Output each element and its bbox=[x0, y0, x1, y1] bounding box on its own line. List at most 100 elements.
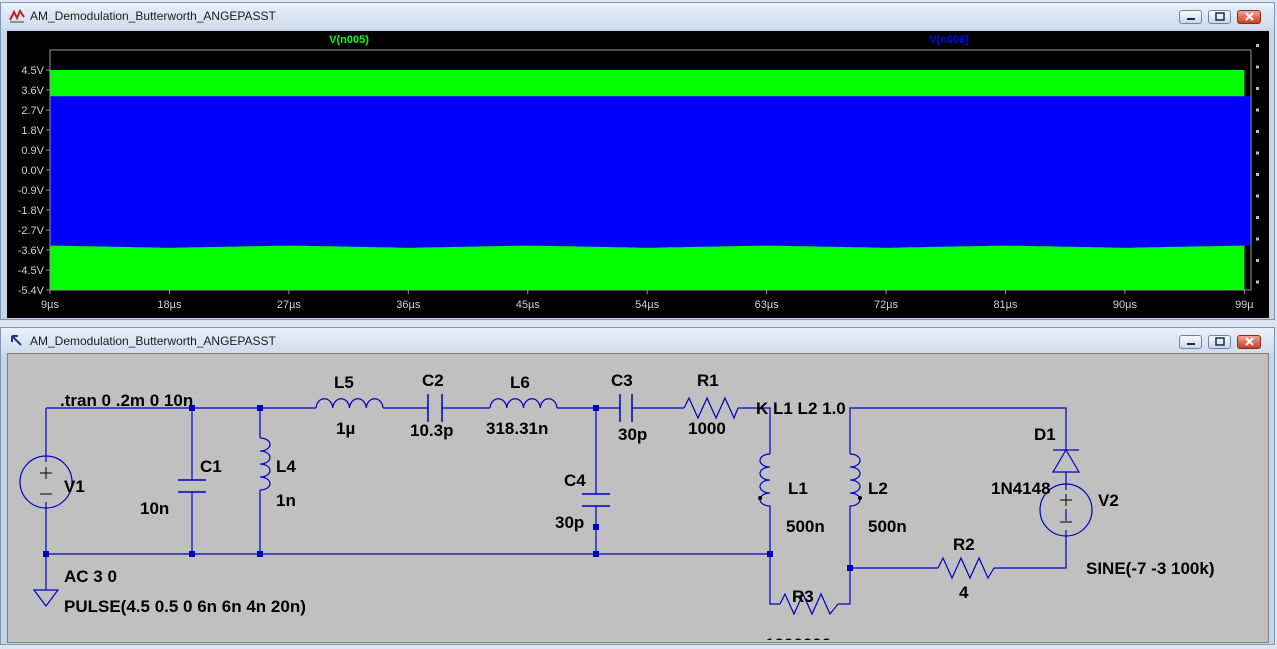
l1-name: L1 bbox=[788, 479, 808, 498]
y-tick-label: 1.8V bbox=[21, 125, 44, 137]
y-tick-label: -5.4V bbox=[18, 285, 45, 297]
minimize-button[interactable] bbox=[1179, 335, 1202, 349]
axis-marker bbox=[1256, 44, 1259, 47]
waveform-chart[interactable]: 4.5V 3.6V 2.7V 1.8V 0.9V 0.0V -0.9V -1.8V -2.7V -… bbox=[7, 31, 1269, 318]
c3-capacitor-symbol[interactable] bbox=[619, 394, 633, 422]
c4-name: C4 bbox=[564, 471, 586, 490]
v1-name: V1 bbox=[64, 477, 85, 496]
coupling-directive[interactable]: K L1 L2 1.0 bbox=[756, 399, 846, 418]
schematic-drawing[interactable]: .tran 0 .2m 0 10n K L1 L2 1.0 V1 AC 3 0 … bbox=[8, 354, 1266, 640]
close-icon bbox=[1245, 12, 1254, 21]
r1-name: R1 bbox=[697, 371, 719, 390]
y-tick-label: -3.6V bbox=[18, 245, 45, 257]
junction-dot bbox=[43, 551, 49, 557]
x-tick-label: 99µ bbox=[1235, 299, 1254, 311]
axis-marker bbox=[1256, 108, 1259, 112]
l4-value: 1n bbox=[276, 491, 296, 510]
axis-marker bbox=[1256, 87, 1259, 90]
l5-name: L5 bbox=[334, 373, 354, 392]
c1-capacitor-symbol[interactable] bbox=[178, 479, 206, 493]
close-button[interactable] bbox=[1237, 335, 1261, 349]
c2-value: 10.3p bbox=[410, 421, 453, 440]
waveform-window[interactable]: AM_Demodulation_Butterworth_ANGEPASST 4.… bbox=[0, 2, 1275, 320]
minimize-button[interactable] bbox=[1179, 10, 1202, 24]
tran-directive[interactable]: .tran 0 .2m 0 10n bbox=[60, 391, 193, 410]
r1-resistor-symbol[interactable] bbox=[683, 396, 739, 420]
junction-dot bbox=[593, 524, 599, 530]
r2-value: 4 bbox=[959, 583, 969, 602]
l5-inductor-symbol[interactable] bbox=[315, 398, 384, 409]
l2-value: 500n bbox=[868, 517, 907, 536]
x-tick-label: 27µs bbox=[277, 299, 302, 311]
wire[interactable] bbox=[769, 529, 780, 605]
ground-icon bbox=[32, 589, 60, 607]
r1-value: 1000 bbox=[688, 419, 726, 438]
x-tick-label: 45µs bbox=[516, 299, 541, 311]
close-button[interactable] bbox=[1237, 10, 1261, 24]
v2-name: V2 bbox=[1098, 491, 1119, 510]
l2-name: L2 bbox=[868, 479, 888, 498]
l5-value: 1µ bbox=[336, 419, 355, 438]
junction-dot bbox=[257, 405, 263, 411]
y-tick-label: -1.8V bbox=[18, 205, 45, 217]
axis-marker bbox=[1256, 151, 1259, 155]
restore-icon bbox=[1215, 12, 1225, 21]
maximize-button[interactable] bbox=[1208, 335, 1231, 349]
schematic-window-title: AM_Demodulation_Butterworth_ANGEPASST bbox=[30, 334, 276, 348]
l2-inductor-symbol[interactable] bbox=[849, 453, 861, 529]
d1-name: D1 bbox=[1034, 425, 1056, 444]
waveform-plot[interactable]: 4.5V 3.6V 2.7V 1.8V 0.9V 0.0V -0.9V -1.8V -2.7V -… bbox=[7, 31, 1269, 318]
l4-name: L4 bbox=[276, 457, 296, 476]
trace-label-v-n005[interactable]: V(n005) bbox=[329, 34, 369, 46]
l1-value: 500n bbox=[786, 517, 825, 536]
y-tick-label: 2.7V bbox=[21, 105, 44, 117]
x-tick-label: 54µs bbox=[635, 299, 660, 311]
schematic-app-icon bbox=[11, 335, 22, 346]
x-tick-label: 81µs bbox=[993, 299, 1018, 311]
junction-dot bbox=[257, 551, 263, 557]
maximize-button[interactable] bbox=[1208, 10, 1231, 24]
v2-value: SINE(-7 -3 100k) bbox=[1086, 559, 1215, 578]
junction-dot bbox=[767, 551, 773, 557]
waveform-window-title: AM_Demodulation_Butterworth_ANGEPASST bbox=[30, 9, 276, 23]
schematic-window[interactable]: AM_Demodulation_Butterworth_ANGEPASST .t… bbox=[0, 327, 1275, 645]
close-icon bbox=[1245, 337, 1254, 346]
minimize-icon bbox=[1187, 18, 1195, 20]
r2-name: R2 bbox=[953, 535, 975, 554]
x-tick-label: 72µs bbox=[874, 299, 899, 311]
axis-marker bbox=[1256, 237, 1259, 241]
x-tick-label: 90µs bbox=[1113, 299, 1138, 311]
axis-marker bbox=[1256, 280, 1259, 284]
d1-value: 1N4148 bbox=[991, 479, 1051, 498]
axis-marker bbox=[1256, 130, 1259, 133]
series-vn006-area[interactable] bbox=[50, 96, 1251, 248]
schematic-titlebar[interactable]: AM_Demodulation_Butterworth_ANGEPASST bbox=[1, 328, 1274, 354]
v1-ac: AC 3 0 bbox=[64, 567, 117, 586]
wire[interactable] bbox=[994, 530, 1067, 569]
junction-dot bbox=[593, 405, 599, 411]
c3-name: C3 bbox=[611, 371, 633, 390]
y-tick-label: -0.9V bbox=[18, 185, 45, 197]
axis-marker bbox=[1256, 216, 1259, 219]
wires[interactable] bbox=[45, 407, 1067, 605]
waveform-titlebar[interactable]: AM_Demodulation_Butterworth_ANGEPASST bbox=[1, 3, 1274, 29]
trace-label-v-n006[interactable]: V(n006) bbox=[929, 34, 969, 46]
y-tick-label: 3.6V bbox=[21, 85, 44, 97]
r2-resistor-symbol[interactable] bbox=[937, 556, 995, 580]
schematic-canvas[interactable]: .tran 0 .2m 0 10n K L1 L2 1.0 V1 AC 3 0 … bbox=[7, 353, 1269, 643]
waveform-app-icon bbox=[9, 8, 25, 23]
l6-name: L6 bbox=[510, 373, 530, 392]
y-tick-label: -4.5V bbox=[18, 265, 45, 277]
restore-icon bbox=[1215, 337, 1225, 346]
y-tick-label: 0.0V bbox=[21, 165, 44, 177]
l1-polarity-dot bbox=[758, 496, 762, 500]
l2-polarity-dot bbox=[858, 496, 862, 500]
l4-inductor-symbol[interactable] bbox=[259, 437, 271, 491]
c4-value: 30p bbox=[555, 513, 584, 532]
d1-diode-symbol[interactable] bbox=[1051, 418, 1081, 473]
l6-inductor-symbol[interactable] bbox=[489, 398, 558, 409]
c2-capacitor-symbol[interactable] bbox=[427, 394, 443, 422]
c1-value: 10n bbox=[140, 499, 169, 518]
l1-inductor-symbol[interactable] bbox=[759, 453, 771, 529]
c4-capacitor-symbol[interactable] bbox=[582, 493, 610, 507]
